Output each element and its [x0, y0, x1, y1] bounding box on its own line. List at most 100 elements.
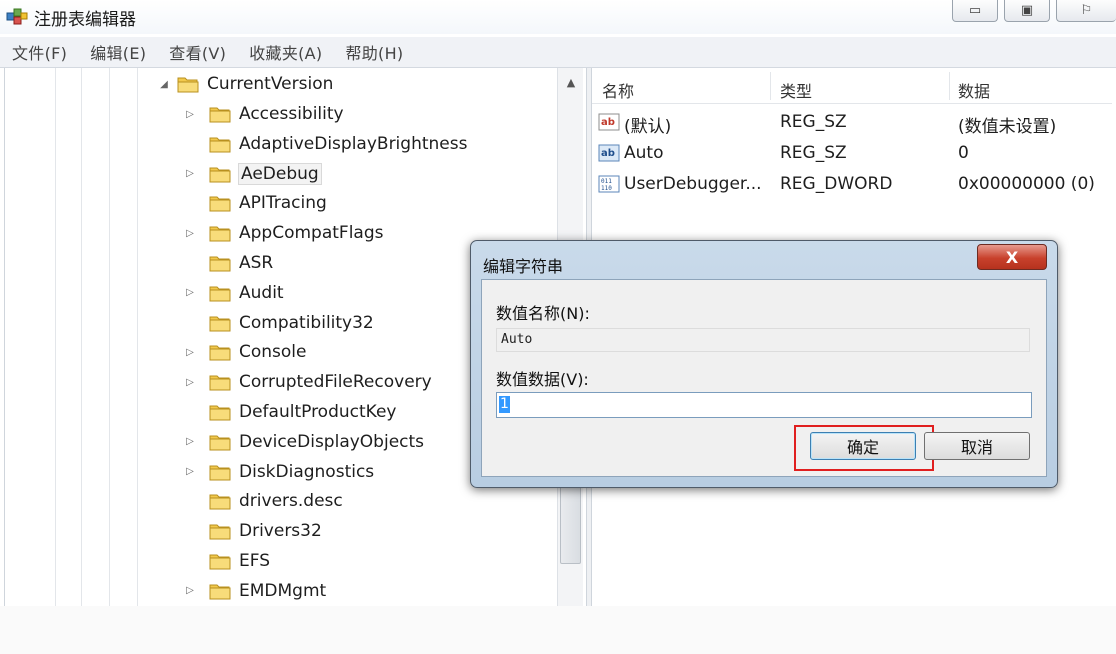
- tree-label: Compatibility32: [239, 312, 374, 333]
- expand-arrow-icon[interactable]: ▷: [185, 377, 195, 388]
- menu-view[interactable]: 查看(V): [157, 40, 237, 64]
- folder-icon: [209, 254, 231, 272]
- tree-label: DiskDiagnostics: [239, 461, 375, 482]
- scroll-up-arrow-icon[interactable]: ▲: [558, 72, 584, 92]
- menu-file[interactable]: 文件(F): [0, 40, 78, 64]
- tree-item[interactable]: ▷ DiskDiagnostics: [186, 459, 375, 485]
- tree-label: AppCompatFlags: [239, 223, 384, 244]
- dialog-close-button[interactable]: X: [977, 244, 1047, 270]
- menu-favorites[interactable]: 收藏夹(A): [237, 40, 333, 64]
- expand-arrow-icon[interactable]: ▷: [185, 347, 195, 358]
- tree-label: AdaptiveDisplayBrightness: [239, 133, 468, 154]
- value-data: (数值未设置): [958, 117, 1057, 137]
- tree-item[interactable]: ▷ EMDMgmt: [186, 578, 327, 604]
- value-name: Auto: [624, 143, 664, 163]
- value-row-default[interactable]: ab (默认) REG_SZ (数值未设置): [592, 108, 1112, 138]
- folder-icon: [209, 194, 231, 212]
- value-data-text: 1: [499, 396, 510, 413]
- folder-icon: [209, 492, 231, 510]
- folder-icon: [209, 135, 231, 153]
- tree-item[interactable]: ▷ Audit: [186, 280, 284, 306]
- maximize-button[interactable]: ▣: [1004, 0, 1050, 22]
- regedit-app-icon: [6, 6, 28, 26]
- tree-guide-line: [109, 68, 110, 606]
- minimize-button[interactable]: ▭: [952, 0, 998, 22]
- tree-item[interactable]: APITracing: [191, 190, 327, 216]
- expand-arrow-icon[interactable]: ▷: [185, 287, 195, 298]
- svg-text:110: 110: [601, 185, 612, 192]
- tree-item[interactable]: ▷ Console: [186, 339, 307, 365]
- expand-arrow-icon[interactable]: ▷: [185, 436, 195, 447]
- menu-help[interactable]: 帮助(H): [333, 40, 414, 64]
- column-header-data[interactable]: 数据: [958, 78, 990, 102]
- dialog-title: 编辑字符串: [483, 257, 564, 276]
- svg-text:ab: ab: [601, 117, 615, 128]
- tree-label: AeDebug: [238, 162, 322, 185]
- value-type: REG_DWORD: [780, 174, 893, 194]
- tree-item[interactable]: ASR: [191, 250, 273, 276]
- string-value-icon: ab: [598, 112, 620, 132]
- ok-button[interactable]: 确定: [810, 432, 916, 460]
- tree-item-currentversion[interactable]: ◢ CurrentVersion: [160, 71, 334, 97]
- folder-icon: [209, 552, 231, 570]
- tree-label: EMDMgmt: [239, 580, 327, 601]
- close-window-button[interactable]: ⚐: [1056, 0, 1116, 22]
- column-separator[interactable]: [770, 72, 771, 100]
- value-name: UserDebugger...: [624, 174, 762, 194]
- expand-arrow-icon[interactable]: ▷: [185, 466, 195, 477]
- folder-icon: [209, 284, 231, 302]
- tree-label: drivers.desc: [239, 491, 343, 512]
- collapse-arrow-icon[interactable]: ◢: [159, 79, 169, 90]
- tree-item[interactable]: ▷ AeDebug: [186, 161, 322, 187]
- value-row-userdebugger[interactable]: 011 110 UserDebugger... REG_DWORD 0x00000…: [592, 170, 1112, 200]
- tree-item[interactable]: ▷ AppCompatFlags: [186, 220, 384, 246]
- tree-label: CurrentVersion: [207, 74, 334, 94]
- value-name-label: 数值名称(N):: [496, 304, 590, 323]
- tree-guide-line: [137, 68, 138, 606]
- tree-item[interactable]: ▷ DeviceDisplayObjects: [186, 429, 424, 455]
- edit-string-dialog: 编辑字符串 X 数值名称(N): Auto 数值数据(V): 1 确定 取消: [470, 240, 1058, 488]
- title-bar: 注册表编辑器 ▭ ▣ ⚐: [0, 0, 1116, 34]
- value-data-input[interactable]: [496, 392, 1032, 418]
- column-header-name[interactable]: 名称: [602, 78, 634, 102]
- tree-item[interactable]: AdaptiveDisplayBrightness: [191, 131, 467, 157]
- tree-item[interactable]: drivers.desc: [191, 488, 343, 514]
- tree-label: APITracing: [239, 193, 327, 214]
- string-value-icon: ab: [598, 143, 620, 163]
- scroll-thumb[interactable]: [560, 480, 581, 564]
- value-type: REG_SZ: [780, 112, 847, 132]
- expand-arrow-icon[interactable]: ▷: [185, 109, 195, 120]
- tree-label: Audit: [239, 282, 284, 303]
- column-header-type[interactable]: 类型: [780, 78, 812, 102]
- menu-edit[interactable]: 编辑(E): [78, 40, 157, 64]
- tree-item[interactable]: Compatibility32: [191, 310, 374, 336]
- tree-label: Console: [239, 342, 307, 363]
- column-separator[interactable]: [949, 72, 950, 100]
- value-name: (默认): [624, 117, 672, 137]
- tree-label: ASR: [239, 253, 274, 273]
- folder-open-icon: [177, 75, 199, 93]
- folder-icon: [209, 105, 231, 123]
- folder-icon: [209, 343, 231, 361]
- tree-item[interactable]: Drivers32: [191, 518, 322, 544]
- expand-arrow-icon[interactable]: ▷: [185, 228, 195, 239]
- tree-item[interactable]: ▷ CorruptedFileRecovery: [186, 369, 432, 395]
- tree-guide-line: [81, 68, 82, 606]
- value-data: 0: [958, 143, 969, 163]
- cancel-button[interactable]: 取消: [924, 432, 1030, 460]
- folder-icon: [209, 373, 231, 391]
- tree-label: DefaultProductKey: [239, 402, 397, 422]
- tree-item[interactable]: ▷ Accessibility: [186, 101, 344, 127]
- list-header: 名称 类型 数据: [592, 68, 1112, 104]
- value-row-auto[interactable]: ab Auto REG_SZ 0: [592, 139, 1112, 169]
- tree-label: Accessibility: [239, 104, 344, 124]
- tree-item[interactable]: DefaultProductKey: [191, 399, 396, 425]
- tree-label: CorruptedFileRecovery: [239, 372, 432, 393]
- expand-arrow-icon[interactable]: ▷: [185, 585, 195, 596]
- value-data: 0x00000000 (0): [958, 174, 1095, 194]
- svg-text:011: 011: [601, 178, 612, 185]
- folder-icon: [209, 403, 231, 421]
- value-name-field: Auto: [496, 328, 1030, 352]
- tree-item[interactable]: EFS: [191, 548, 270, 574]
- expand-arrow-icon[interactable]: ▷: [185, 168, 195, 179]
